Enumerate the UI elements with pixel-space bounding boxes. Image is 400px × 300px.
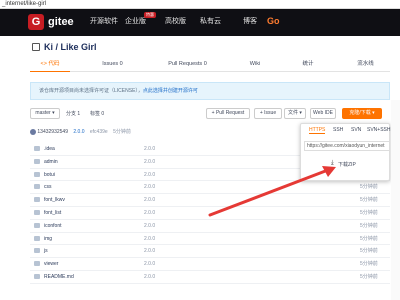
file-name[interactable]: font_list	[44, 207, 61, 219]
file-name[interactable]: README.md	[44, 271, 74, 283]
file-name[interactable]: botui	[44, 169, 55, 181]
file-commit-message[interactable]: 2.0.0	[144, 220, 155, 232]
folder-icon	[34, 235, 40, 241]
tags-count[interactable]: 标签 0	[90, 110, 104, 117]
clone-url-field[interactable]: https://gitee.com/xiaodyun_internet	[304, 141, 390, 151]
file-commit-message[interactable]: 2.0.0	[144, 181, 155, 193]
file-time: 5分钟前	[360, 248, 378, 255]
tab-pipeline[interactable]: 流水线	[348, 57, 383, 72]
file-row[interactable]: img 2.0.0 5分钟前	[30, 233, 390, 246]
file-commit-message[interactable]: 2.0.0	[144, 233, 155, 245]
file-commit-message[interactable]: 2.0.0	[144, 207, 155, 219]
file-row[interactable]: js 2.0.0 5分钟前	[30, 245, 390, 259]
tab-wiki[interactable]: Wiki	[240, 57, 270, 72]
file-commit-message[interactable]: 2.0.0	[144, 245, 155, 257]
file-commit-message[interactable]: 2.0.0	[144, 258, 155, 270]
file-name[interactable]: .idea	[44, 143, 55, 155]
commit-time: 5分钟前	[113, 129, 131, 135]
file-row[interactable]: viewer 2.0.0 5分钟前	[30, 258, 390, 271]
file-name[interactable]: js	[44, 245, 48, 257]
branch-select[interactable]: master ▾	[30, 108, 60, 119]
file-name[interactable]: css	[44, 181, 52, 193]
folder-icon	[34, 209, 40, 215]
file-menu-button[interactable]: 文件 ▾	[284, 108, 306, 119]
license-notice-text: 该仓库开源项目尚未选择许可证（LICENSE），	[39, 88, 143, 94]
promo-badge: 特惠	[144, 12, 156, 18]
download-zip-link[interactable]: 下载ZIP	[338, 161, 356, 168]
file-commit-message[interactable]: 2.0.0	[144, 271, 155, 283]
folder-icon	[34, 273, 40, 279]
file-time: 5分钟前	[360, 184, 378, 191]
tab-stats[interactable]: 统计	[293, 57, 323, 72]
license-notice: 该仓库开源项目尚未选择许可证（LICENSE），点此选择并创建开源许可	[30, 82, 390, 100]
file-name[interactable]: img	[44, 233, 52, 245]
tab-pull-requests[interactable]: Pull Requests 0	[160, 57, 215, 72]
commit-hash[interactable]: efc439e	[90, 129, 108, 135]
file-row[interactable]: README.md 2.0.0 5分钟前	[30, 271, 390, 284]
repo-icon	[32, 43, 40, 51]
file-commit-message[interactable]: 2.0.0	[144, 156, 155, 168]
nav-education[interactable]: 高校版	[165, 17, 186, 27]
browser-url-bar[interactable]: _internet/like-girl	[0, 0, 400, 9]
web-ide-button[interactable]: Web IDE	[310, 108, 336, 119]
nav-open-source[interactable]: 开源软件	[90, 17, 118, 27]
issue-button[interactable]: + Issue	[254, 108, 282, 119]
license-notice-link[interactable]: 点此选择并创建开源许可	[143, 88, 198, 94]
nav-private-cloud[interactable]: 私有云	[200, 17, 221, 27]
nav-blog[interactable]: 博客	[243, 17, 257, 27]
file-name[interactable]: viewer	[44, 258, 58, 270]
right-sidebar-edge	[391, 100, 400, 300]
folder-icon	[34, 222, 40, 228]
file-name[interactable]: admin	[44, 156, 58, 168]
file-name[interactable]: iconfont	[44, 220, 62, 232]
clone-download-button[interactable]: 克隆/下载 ▾	[342, 108, 382, 119]
repo-title[interactable]: Ki / Like Girl	[44, 41, 97, 53]
gitee-logo[interactable]: G	[28, 14, 44, 30]
file-time: 5分钟前	[360, 273, 378, 280]
pull-request-button[interactable]: + Pull Request	[206, 108, 250, 119]
tab-issues[interactable]: Issues 0	[90, 57, 135, 72]
repo-toolbar: master ▾ 分支 1 标签 0 + Pull Request + Issu…	[30, 108, 390, 122]
folder-icon	[34, 197, 40, 203]
clone-tab-ssh[interactable]: SSH	[333, 127, 343, 133]
file-row[interactable]: font_lkwv 2.0.0 5分钟前	[30, 194, 390, 207]
file-name[interactable]: font_lkwv	[44, 194, 65, 206]
file-commit-message[interactable]: 2.0.0	[144, 194, 155, 206]
avatar	[30, 128, 36, 135]
commit-message[interactable]: 2.0.0	[73, 129, 84, 135]
folder-icon	[34, 184, 40, 190]
folder-icon	[34, 261, 40, 267]
file-row[interactable]: iconfont 2.0.0 5分钟前	[30, 220, 390, 233]
download-icon: ⤓	[331, 160, 334, 166]
clone-tab-svn-ssh[interactable]: SVN+SSH	[367, 127, 390, 133]
folder-icon	[34, 248, 40, 254]
file-time: 5分钟前	[360, 222, 378, 229]
folder-icon	[34, 158, 40, 164]
repo-tabs: <> 代码 Issues 0 Pull Requests 0 Wiki 统计 流…	[30, 57, 390, 72]
file-commit-message[interactable]: 2.0.0	[144, 169, 155, 181]
folder-icon	[34, 146, 40, 151]
tab-code[interactable]: <> 代码	[30, 57, 70, 72]
latest-commit: 13432932549 2.0.0 efc439e 5分钟前	[30, 127, 290, 138]
file-commit-message[interactable]: 2.0.0	[144, 143, 155, 155]
file-time: 5分钟前	[360, 235, 378, 242]
branches-count[interactable]: 分支 1	[66, 110, 80, 117]
folder-icon	[34, 171, 40, 177]
nav-go[interactable]: Go	[267, 16, 280, 26]
file-time: 5分钟前	[360, 197, 378, 204]
brand-name[interactable]: gitee	[48, 14, 74, 30]
clone-dropdown: HTTPS SSH SVN SVN+SSH	[300, 123, 390, 181]
commit-user[interactable]: 13432932549	[37, 129, 68, 135]
file-time: 5分钟前	[360, 209, 378, 216]
clone-tab-https[interactable]: HTTPS	[309, 127, 326, 134]
file-time: 5分钟前	[360, 261, 378, 268]
nav-enterprise[interactable]: 企业版	[125, 17, 146, 27]
file-row[interactable]: font_list 2.0.0 5分钟前	[30, 207, 390, 220]
file-row[interactable]: css 2.0.0 5分钟前	[30, 181, 390, 195]
clone-tab-svn[interactable]: SVN	[351, 127, 361, 133]
